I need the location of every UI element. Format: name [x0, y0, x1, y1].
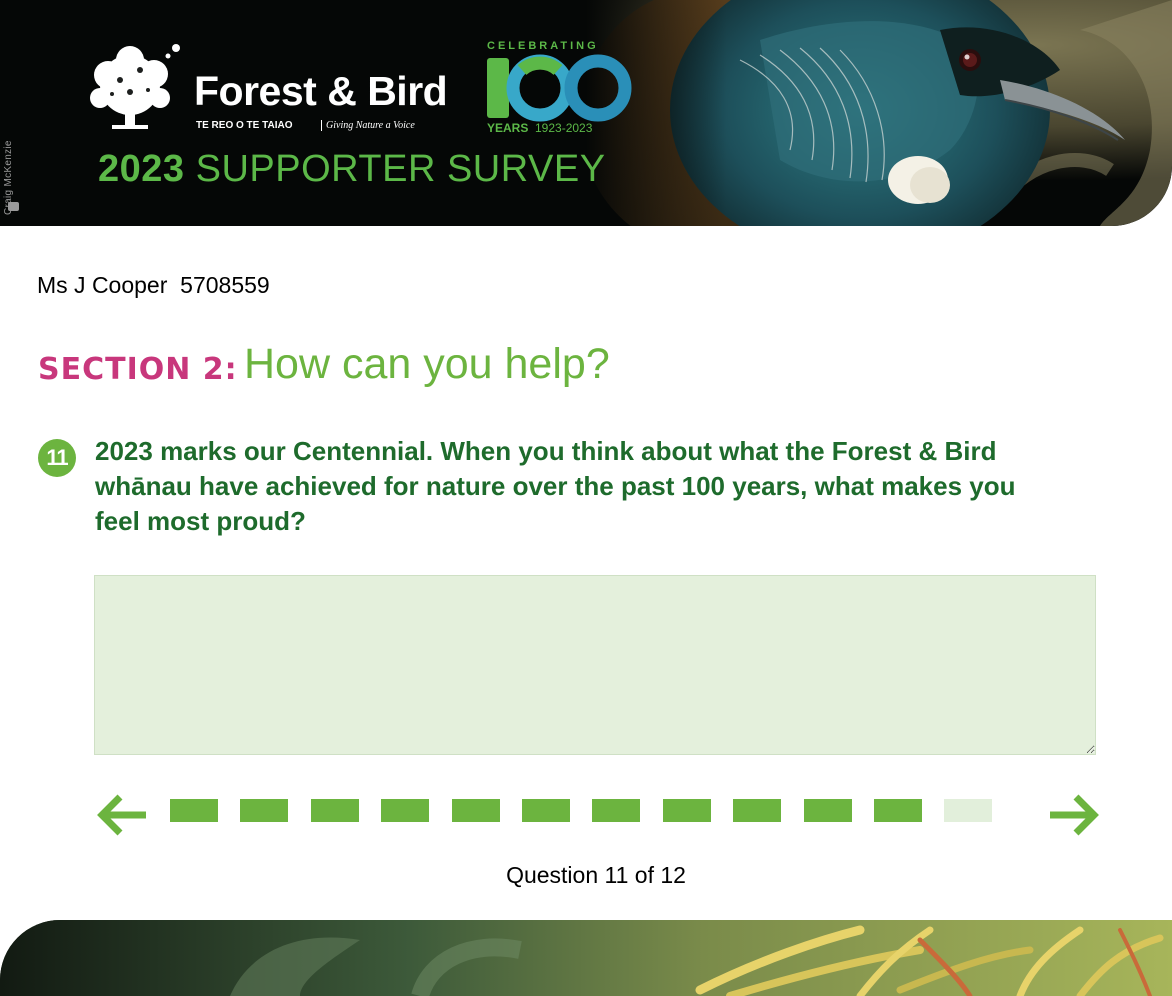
survey-banner: Craig McKenzie Forest & Bird TE REO O TE… — [0, 0, 1172, 226]
years-range: 1923-2023 — [535, 121, 593, 135]
answer-textarea[interactable] — [94, 575, 1096, 755]
progress-segment-complete — [662, 799, 711, 822]
progress-segment-complete — [522, 799, 570, 822]
brand-tagline-english: Giving Nature a Voice — [321, 120, 415, 131]
question-text: 2023 marks our Centennial. When you thin… — [95, 436, 1016, 536]
brand-name: Forest & Bird — [194, 68, 448, 114]
footer-decoration — [0, 920, 1172, 996]
arrow-left-icon[interactable] — [96, 791, 148, 839]
progress-segment-complete — [170, 799, 218, 822]
survey-year: 2023 — [98, 148, 185, 190]
photo-credit: Craig McKenzie — [3, 140, 14, 215]
progress-segment-complete — [592, 799, 641, 822]
supporter-name: Ms J Cooper 5708559 — [37, 272, 270, 298]
celebrating-label: CELEBRATING — [487, 40, 599, 52]
section-label: SECTION 2: — [38, 352, 238, 387]
question-number-badge: 11 — [38, 439, 76, 477]
progress-segment-complete — [874, 799, 922, 822]
tui-bird-photo — [0, 0, 1172, 226]
progress-segment-complete — [803, 799, 852, 822]
progress-segment-complete — [451, 799, 500, 822]
section-title: How can you help? — [244, 340, 610, 388]
survey-title: 2023 SUPPORTER SURVEY — [98, 148, 606, 191]
survey-title-text: SUPPORTER SURVEY — [195, 148, 606, 190]
question-counter: Question 11 of 12 — [506, 862, 686, 888]
brand-tagline-reo: TE REO O TE TAIAO — [196, 120, 293, 131]
progress-segment-complete — [240, 799, 289, 822]
progress-segment-complete — [310, 799, 359, 822]
progress-segment-pending — [944, 799, 993, 822]
arrow-right-icon[interactable] — [1048, 791, 1100, 839]
years-label: YEARS — [487, 121, 529, 135]
flax-flower-photo — [0, 920, 1172, 996]
progress-segment-complete — [733, 799, 782, 822]
progress-segment-complete — [381, 799, 430, 822]
